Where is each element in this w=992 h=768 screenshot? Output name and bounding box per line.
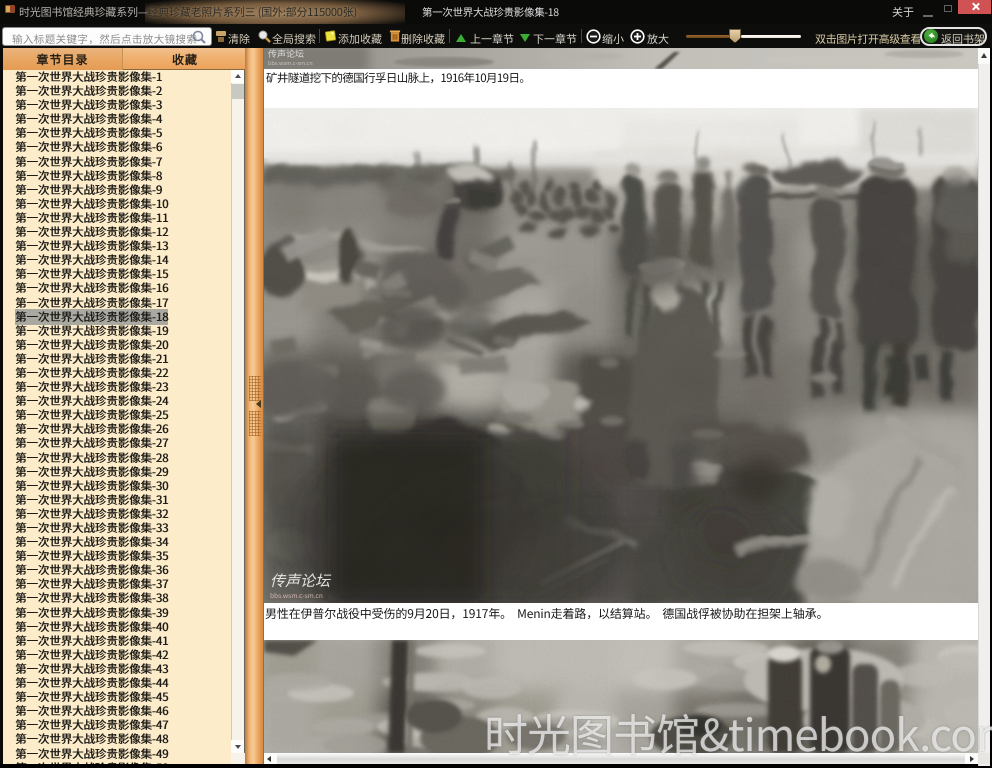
- svg-text:bbs.wsm.c-sm.cn: bbs.wsm.c-sm.cn: [270, 590, 323, 600]
- svg-text:传声论坛: 传声论坛: [270, 570, 332, 591]
- svg-text:bbs.wsm.c-sm.cn: bbs.wsm.c-sm.cn: [268, 59, 313, 67]
